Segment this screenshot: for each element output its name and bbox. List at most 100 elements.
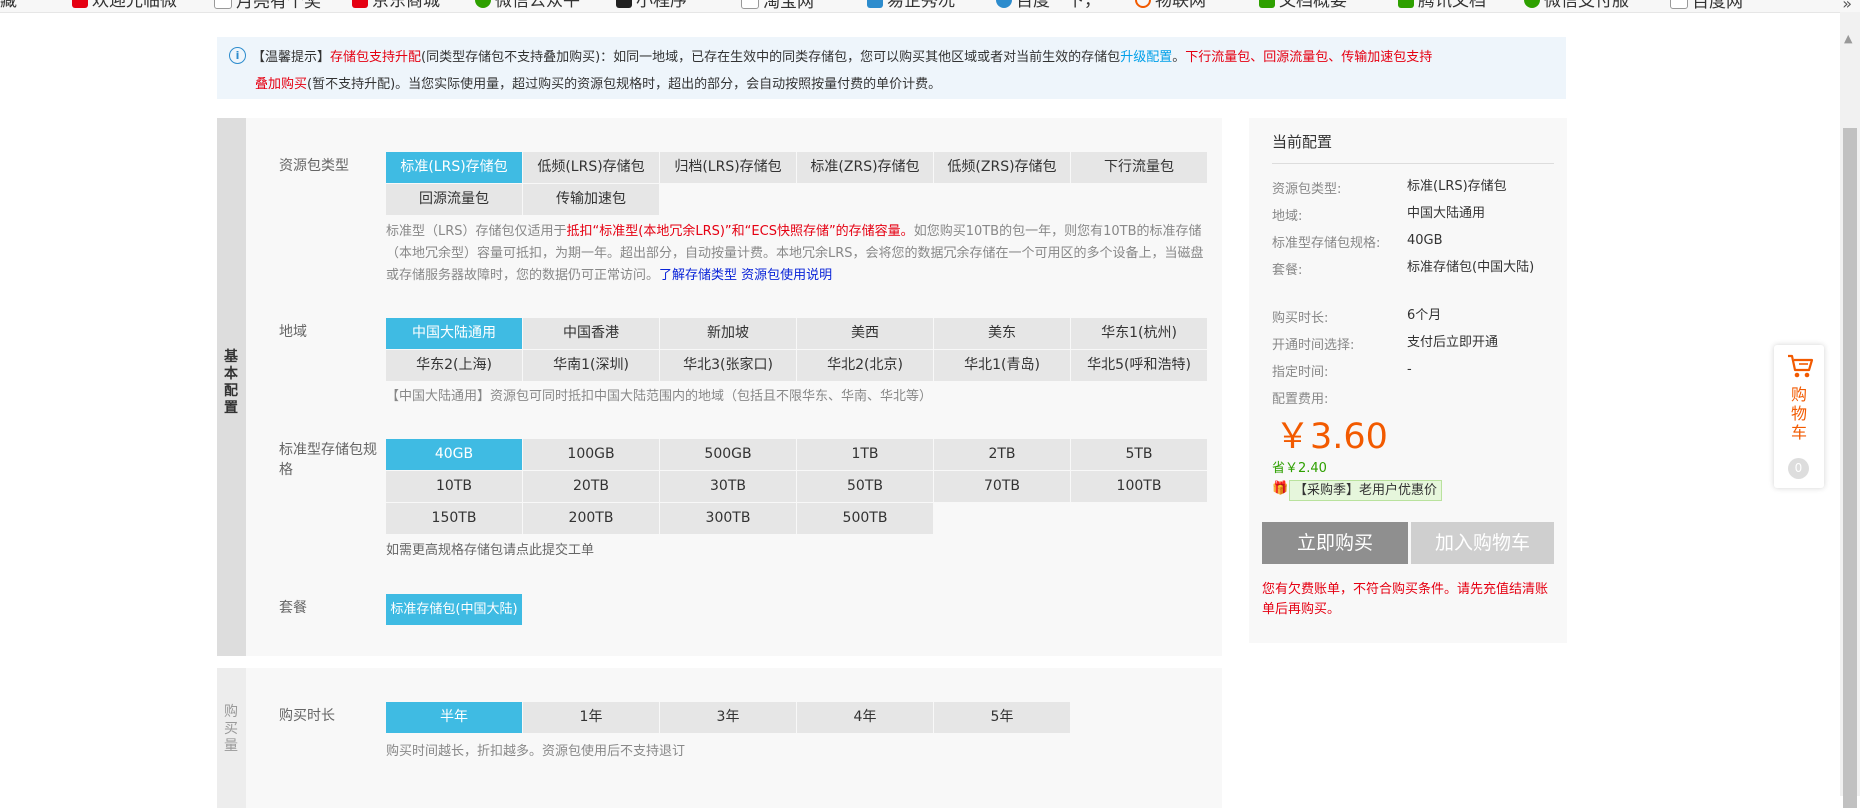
type-option[interactable]: 传输加速包 [523, 184, 659, 215]
bookmark-item[interactable]: 易企秀况 [867, 0, 955, 11]
summary-title: 当前配置 [1272, 133, 1333, 151]
region-option[interactable]: 华南1(深圳) [523, 350, 659, 381]
add-to-cart-button[interactable]: 加入购物车 [1411, 522, 1554, 564]
bookmark-item[interactable]: 物联网 [1135, 0, 1206, 11]
bookmark-item[interactable]: 藏 [0, 0, 17, 11]
size-option[interactable]: 2TB [934, 439, 1070, 470]
summary-key: 开通时间选择: [1272, 338, 1355, 353]
type-option[interactable]: 标准(ZRS)存储包 [797, 152, 933, 183]
bookmark-item[interactable]: 微信支付服 [1524, 0, 1629, 11]
size-option[interactable]: 1TB [797, 439, 933, 470]
summary-value: 中国大陆通用 [1407, 206, 1486, 221]
bookmark-item[interactable]: 欢迎光临微 [72, 0, 177, 11]
bookmark-item[interactable]: 淘宝网 [741, 0, 814, 12]
region-option[interactable]: 华东2(上海) [386, 350, 522, 381]
summary-value: 标准(LRS)存储包 [1407, 179, 1507, 194]
region-option[interactable]: 华北5(呼和浩特) [1071, 350, 1207, 381]
bookmark-item[interactable]: 微信公众平 [475, 0, 580, 11]
region-option[interactable]: 华北2(北京) [797, 350, 933, 381]
bookmark-label: 欢迎光临微 [92, 0, 177, 11]
region-option[interactable]: 中国大陆通用 [386, 318, 522, 349]
storage-type-help-link[interactable]: 了解存储类型 资源包使用说明 [659, 268, 832, 283]
size-option[interactable]: 20TB [523, 471, 659, 502]
size-option[interactable]: 100TB [1071, 471, 1207, 502]
page-scrollbar[interactable]: ▲ [1840, 12, 1860, 808]
size-option[interactable]: 30TB [660, 471, 796, 502]
summary-key: 购买时长: [1272, 311, 1329, 326]
type-option[interactable]: 低频(LRS)存储包 [523, 152, 659, 183]
region-option[interactable]: 华北3(张家口) [660, 350, 796, 381]
summary-value: 支付后立即开通 [1407, 335, 1499, 350]
buy-now-button[interactable]: 立即购买 [1262, 522, 1408, 564]
region-option[interactable]: 新加坡 [660, 318, 796, 349]
duration-label: 购买时长 [279, 708, 335, 724]
duration-option[interactable]: 3年 [660, 702, 796, 733]
bookmark-item[interactable]: 月亮有个奖 [214, 0, 321, 12]
type-option[interactable]: 回源流量包 [386, 184, 522, 215]
bookmark-item[interactable]: 百度一下， [996, 0, 1101, 11]
size-option[interactable]: 100GB [523, 439, 659, 470]
folder-icon [741, 0, 759, 9]
type-option[interactable]: 低频(ZRS)存储包 [934, 152, 1070, 183]
type-option[interactable]: 下行流量包 [1071, 152, 1207, 183]
size-option[interactable]: 40GB [386, 439, 522, 470]
bookmark-item[interactable]: 腾讯文档 [1398, 0, 1486, 11]
upgrade-config-link[interactable]: 升级配置 [1120, 50, 1172, 65]
bookmark-item[interactable]: 百度网 [1670, 0, 1743, 12]
region-option[interactable]: 中国香港 [523, 318, 659, 349]
tmall-icon [72, 0, 88, 8]
duration-options: 半年 1年 3年 4年 5年 [386, 702, 1207, 733]
size-option[interactable]: 150TB [386, 503, 522, 534]
summary-value: - [1407, 362, 1412, 377]
price-value: ￥3.60 [1275, 417, 1388, 457]
plan-options: 标准存储包(中国大陆) [386, 594, 1207, 625]
bookmark-label: 京东商城 [372, 0, 440, 11]
bookmark-item[interactable]: 文档概要 [1259, 0, 1347, 11]
region-option[interactable]: 华北1(青岛) [934, 350, 1070, 381]
duration-option[interactable]: 4年 [797, 702, 933, 733]
region-options: 中国大陆通用 中国香港 新加坡 美西 美东 华东1(杭州) 华东2(上海) 华南… [386, 318, 1207, 381]
shopping-cart-icon [1788, 354, 1814, 378]
size-option[interactable]: 70TB [934, 471, 1070, 502]
bookmark-item[interactable]: 小程序 [616, 0, 687, 11]
region-option[interactable]: 美东 [934, 318, 1070, 349]
promo-badge: 【采购季】老用户优惠价 [1289, 480, 1443, 501]
bookmark-item[interactable]: 京东商城 [352, 0, 440, 11]
overdue-warning: 您有欠费账单，不符合购买条件。请先充值结清账单后再购买。 [1262, 582, 1549, 617]
size-option[interactable]: 5TB [1071, 439, 1207, 470]
type-option[interactable]: 标准(LRS)存储包 [386, 152, 522, 183]
size-option[interactable]: 500TB [797, 503, 933, 534]
summary-key: 配置费用: [1272, 392, 1329, 407]
plan-option[interactable]: 标准存储包(中国大陆) [386, 594, 522, 625]
scroll-up-icon[interactable]: ▲ [1844, 33, 1852, 44]
scrollbar-thumb[interactable] [1843, 128, 1857, 808]
region-label: 地域 [279, 324, 307, 340]
section-title: 基本配置 [224, 349, 238, 416]
size-option[interactable]: 500GB [660, 439, 796, 470]
duration-description: 购买时间越长，折扣越多。资源包使用后不支持退订 [386, 744, 686, 759]
submit-ticket-link[interactable]: 如需更高规格存储包请点此提交工单 [386, 540, 594, 562]
region-option[interactable]: 美西 [797, 318, 933, 349]
info-icon: i [229, 47, 246, 64]
summary-key: 指定时间: [1272, 365, 1329, 380]
size-option[interactable]: 300TB [660, 503, 796, 534]
size-option[interactable]: 200TB [523, 503, 659, 534]
duration-option[interactable]: 半年 [386, 702, 522, 733]
notice-text: (同类型存储包不支持叠加购买)：如同一地域，已存在生效中的同类存储包，您可以购买… [421, 50, 1121, 65]
bookmark-label: 藏 [0, 0, 17, 11]
notice-text: 。 [1172, 50, 1186, 65]
floating-cart[interactable]: 购物车 0 [1774, 345, 1824, 488]
bookmark-label: 小程序 [636, 0, 687, 11]
size-option[interactable]: 50TB [797, 471, 933, 502]
type-option[interactable]: 归档(LRS)存储包 [660, 152, 796, 183]
region-option[interactable]: 华东1(杭州) [1071, 318, 1207, 349]
duration-option[interactable]: 1年 [523, 702, 659, 733]
region-description: 【中国大陆通用】资源包可同时抵扣中国大陆范围内的地域（包括且不限华东、华南、华北… [386, 389, 933, 404]
jd-icon [352, 0, 368, 8]
size-options: 40GB 100GB 500GB 1TB 2TB 5TB 10TB 20TB 3… [386, 439, 1207, 534]
folder-icon [1670, 0, 1688, 9]
bookmark-label: 腾讯文档 [1418, 0, 1486, 11]
bookmark-label: 百度一下， [1016, 0, 1101, 11]
size-option[interactable]: 10TB [386, 471, 522, 502]
duration-option[interactable]: 5年 [934, 702, 1070, 733]
